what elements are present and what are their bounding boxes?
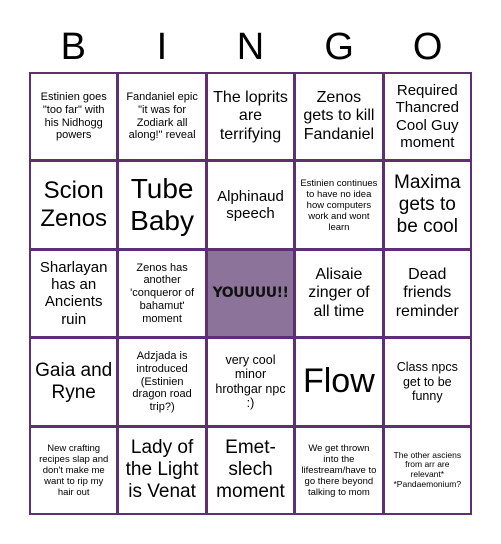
- bingo-cell[interactable]: Estinien continues to have no idea how c…: [296, 162, 382, 248]
- cell-text: Maxima gets to be cool: [394, 172, 461, 238]
- cell-text: Estinien goes "too far" with his Nidhogg…: [40, 91, 107, 142]
- header-letter-o: O: [412, 26, 443, 68]
- bingo-cell[interactable]: Maxima gets to be cool: [384, 162, 470, 248]
- bingo-cell[interactable]: Estinien goes "too far" with his Nidhogg…: [31, 74, 117, 160]
- cell-text: Tube Baby: [130, 172, 194, 237]
- header-letter-g: G: [324, 26, 354, 68]
- cell-text: Alisaie zinger of all time: [308, 265, 370, 320]
- cell-text: Flow: [302, 362, 375, 401]
- bingo-cell[interactable]: Gaia and Ryne: [31, 339, 117, 425]
- cell-text: Class npcs get to be funny: [396, 360, 458, 404]
- bingo-cell[interactable]: Sharlayan has an Ancients ruin: [31, 250, 117, 337]
- bingo-cell[interactable]: Lady of the Light is Venat: [119, 427, 205, 513]
- bingo-cell[interactable]: New crafting recipes slap and don't make…: [31, 427, 117, 513]
- bingo-header: B I N G O: [29, 22, 472, 72]
- bingo-cell[interactable]: Flow: [296, 339, 382, 425]
- cell-text: Adzjada is introduced (Estinien dragon r…: [132, 350, 192, 414]
- cell-text: We get thrown into the lifestream/have t…: [301, 442, 377, 498]
- cell-text: The loprits are terrifying: [213, 88, 288, 143]
- bingo-cell[interactable]: Zenos gets to kill Fandaniel: [296, 74, 382, 160]
- cell-text: Alphinaud speech: [217, 187, 284, 223]
- cell-text: Gaia and Ryne: [35, 359, 113, 403]
- bingo-cell[interactable]: Adzjada is introduced (Estinien dragon r…: [119, 339, 205, 425]
- cell-text: Required Thancred Cool Guy moment: [395, 81, 459, 152]
- bingo-cell[interactable]: Tube Baby: [119, 162, 205, 248]
- cell-text: Lady of the Light is Venat: [125, 437, 199, 503]
- cell-text: Scion Zenos: [40, 177, 108, 233]
- cell-text: The other asciens from arr are relevant*…: [393, 449, 462, 490]
- cell-text: Dead friends reminder: [395, 265, 459, 320]
- bingo-cell[interactable]: Alphinaud speech: [207, 162, 294, 248]
- bingo-cell[interactable]: We get thrown into the lifestream/have t…: [296, 427, 382, 513]
- cell-text: Estinien continues to have no idea how c…: [300, 177, 378, 233]
- free-space-cell[interactable]: YOUUUU!!: [207, 250, 294, 337]
- cell-text: Zenos gets to kill Fandaniel: [303, 88, 375, 143]
- bingo-grid: Estinien goes "too far" with his Nidhogg…: [29, 72, 472, 515]
- bingo-cell[interactable]: Required Thancred Cool Guy moment: [384, 74, 470, 160]
- cell-text: Fandaniel epic "it was for Zodiark all a…: [126, 91, 198, 142]
- free-space-text: YOUUUU!!: [212, 285, 289, 302]
- bingo-cell[interactable]: Scion Zenos: [31, 162, 117, 248]
- bingo-cell[interactable]: Alisaie zinger of all time: [296, 250, 382, 337]
- cell-text: very cool minor hrothgar npc :): [215, 352, 286, 411]
- cell-text: New crafting recipes slap and don't make…: [39, 442, 109, 498]
- cell-text: Emet-slech moment: [216, 437, 285, 503]
- bingo-cell[interactable]: The other asciens from arr are relevant*…: [384, 427, 470, 513]
- cell-text: Zenos has another 'conqueror of bahamut'…: [130, 261, 195, 325]
- bingo-cell[interactable]: very cool minor hrothgar npc :): [207, 339, 294, 425]
- bingo-cell[interactable]: Class npcs get to be funny: [384, 339, 470, 425]
- header-letter-i: I: [156, 26, 168, 68]
- bingo-cell[interactable]: Dead friends reminder: [384, 250, 470, 337]
- cell-text: Sharlayan has an Ancients ruin: [39, 258, 108, 328]
- header-letter-b: B: [60, 26, 86, 68]
- header-letter-n: N: [236, 26, 265, 68]
- bingo-cell[interactable]: The loprits are terrifying: [207, 74, 294, 160]
- bingo-cell[interactable]: Emet-slech moment: [207, 427, 294, 513]
- bingo-cell[interactable]: Fandaniel epic "it was for Zodiark all a…: [119, 74, 205, 160]
- bingo-cell[interactable]: Zenos has another 'conqueror of bahamut'…: [119, 250, 205, 337]
